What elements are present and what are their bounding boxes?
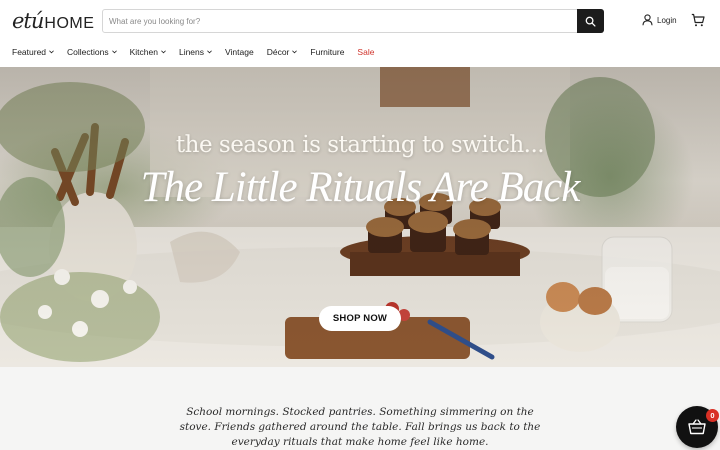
hero-heading: The Little Rituals Are Back [140,164,581,211]
nav-item-linens[interactable]: Linens [179,44,212,60]
nav-item-featured[interactable]: Featured [12,44,54,60]
nav-item-label: Kitchen [129,47,158,57]
hero-banner: the season is starting to switch... The … [0,67,720,367]
login-label: Login [657,15,677,25]
main-nav: Featured Collections Kitchen Linens Vint… [12,44,387,60]
nav-item-collections[interactable]: Collections [67,44,117,60]
search-bar [102,9,604,33]
chevron-down-icon [161,50,166,54]
intro-section: School mornings. Stocked pantries. Somet… [0,367,720,450]
nav-item-label: Collections [67,47,109,57]
search-icon [585,16,596,27]
search-input[interactable] [103,10,577,32]
nav-item-label: Sale [357,47,375,57]
site-header: etú HOME Login [0,0,720,42]
cart-icon [691,13,705,27]
nav-item-label: Décor [266,47,290,57]
nav-item-furniture[interactable]: Furniture [310,44,344,60]
basket-icon [688,419,706,435]
login-link[interactable]: Login [642,14,677,26]
logo-script: etú [12,9,44,33]
hero-subheading: the season is starting to switch... [175,132,545,158]
logo-word: HOME [44,15,95,32]
nav-item-label: Featured [12,47,47,57]
nav-item-kitchen[interactable]: Kitchen [130,44,166,60]
cart-count-badge: 0 [706,409,719,422]
intro-text: School mornings. Stocked pantries. Somet… [179,406,541,448]
chevron-down-icon [207,50,212,54]
cart-button[interactable] [691,13,705,32]
shop-now-button[interactable]: SHOP NOW [319,306,401,331]
nav-item-sale[interactable]: Sale [357,44,374,60]
chevron-down-icon [292,50,298,54]
nav-item-label: Furniture [310,47,345,57]
chevron-down-icon [111,50,117,54]
user-icon [642,14,653,26]
nav-item-label: Linens [178,47,205,57]
nav-item-decor[interactable]: Décor [267,44,298,60]
nav-item-label: Vintage [225,47,254,57]
chevron-down-icon [49,50,54,54]
search-button[interactable] [577,9,604,33]
logo[interactable]: etú HOME [12,9,94,35]
nav-item-vintage[interactable]: Vintage [225,44,254,60]
